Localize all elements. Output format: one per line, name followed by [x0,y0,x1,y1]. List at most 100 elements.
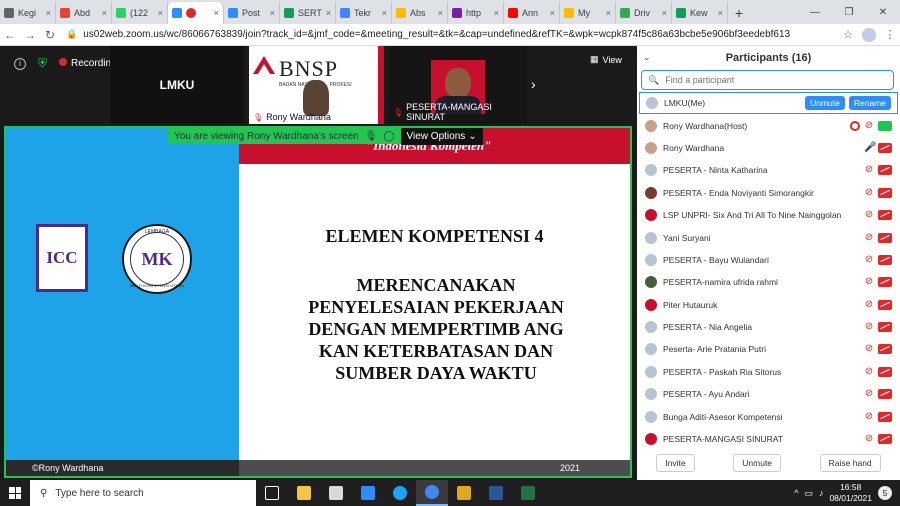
participant-row[interactable]: PESERTA - Ayu Andari ⊘ [637,383,900,405]
start-button[interactable] [0,480,30,506]
browser-tab[interactable]: Kegi × [0,2,56,24]
search-input[interactable] [665,75,866,85]
close-tab-icon[interactable]: × [606,8,611,18]
video-tile-rony[interactable]: BNSP BADAN NASIONAL ... PROFESI 🎙 Rony W… [249,46,384,124]
browser-tab[interactable]: Driv × [616,2,672,24]
icc-logo-text: ICC [46,248,78,267]
participant-row-me[interactable]: LMKU(Me) Unmute Rename [639,92,898,115]
volume-icon[interactable]: ♪ [819,488,824,498]
video-tile-lmku[interactable]: LMKU [110,46,244,124]
close-tab-icon[interactable]: × [326,8,331,18]
rename-button[interactable]: Rename [848,96,891,111]
share-banner: You are viewing Rony Wardhana's screen 🎙… [168,128,483,145]
taskbar-excel-icon[interactable] [512,480,544,506]
taskbar-edge-icon[interactable] [384,480,416,506]
taskbar-word-icon[interactable] [480,480,512,506]
raise-hand-button[interactable]: Raise hand [819,454,881,472]
network-icon[interactable]: ▭ [804,488,813,499]
search-icon: 🔍 [648,74,660,85]
close-tab-icon[interactable]: × [46,8,51,18]
close-tab-icon[interactable]: × [662,8,667,18]
meeting-status: i ⛨ Recording [14,56,117,71]
taskbar-search[interactable]: ⚲ Type here to search [30,480,256,506]
menu-icon[interactable]: ⋮ [880,28,900,41]
taskbar-mail-icon[interactable] [352,480,384,506]
close-tab-icon[interactable]: × [550,8,555,18]
close-tab-icon[interactable]: × [718,8,723,18]
taskbar-media-icon[interactable] [448,480,480,506]
video-tile-sinurat[interactable]: 🎙 PESERTA-MANGASI SINURAT [389,46,527,124]
unmute-button[interactable]: Unmute [805,96,845,111]
browser-tab[interactable]: Post × [224,2,280,24]
browser-tab[interactable]: http × [448,2,504,24]
participant-row[interactable]: Yani Suryani ⊘ [637,226,900,248]
url-field[interactable]: 🔒 us02web.zoom.us/wc/86066763839/join?tr… [66,26,832,44]
participant-row[interactable]: Rony Wardhana 🎤 [637,137,900,159]
participant-row[interactable]: PESERTA-namira ufrida rahmi ⊘ [637,271,900,293]
mic-off-icon: ⊘ [864,365,874,377]
browser-tab[interactable]: Abs × [392,2,448,24]
participant-list: LMKU(Me) Unmute Rename Rony Wardhana(Hos… [637,92,900,450]
participant-status-icons: ⊘ [864,254,892,265]
lock-icon: 🔒 [66,29,78,39]
participant-row[interactable]: PESERTA - Nia Angelia ⊘ [637,316,900,338]
shield-icon[interactable]: ⛨ [38,56,47,71]
new-tab-button[interactable]: + [728,2,750,24]
close-window-button[interactable]: ✕ [866,0,900,24]
profile-avatar[interactable] [862,27,876,42]
mic-off-icon: 🎙 [253,112,264,122]
invite-button[interactable]: Invite [656,454,695,472]
reload-button[interactable]: ↻ [40,28,60,42]
close-tab-icon[interactable]: × [214,8,219,18]
browser-tab[interactable]: Abd × [56,2,112,24]
browser-tab[interactable]: SERT × [280,2,336,24]
restore-button[interactable]: ❐ [832,0,866,24]
participant-row[interactable]: PESERTA - Bayu Wulandari ⊘ [637,249,900,271]
close-tab-icon[interactable]: × [382,8,387,18]
camera-off-icon [878,322,892,333]
browser-tab[interactable]: My × [560,2,616,24]
taskbar-task-view-icon[interactable] [256,480,288,506]
participant-search[interactable]: 🔍 [641,70,894,90]
tab-recording-icon [186,8,196,18]
back-button[interactable]: ← [0,28,20,42]
participant-row[interactable]: Bunga Aditi-Asesor Kompetensi ⊘ [637,405,900,427]
taskbar-chrome-icon[interactable] [416,480,448,506]
participant-row[interactable]: LSP UNPRI- Six And Tri All To Nine Naing… [637,204,900,226]
close-tab-icon[interactable]: × [494,8,499,18]
participant-row[interactable]: PESERTA - Paskah Ria Sitorus ⊘ [637,361,900,383]
browser-tab[interactable]: Tekr × [336,2,392,24]
participant-name: PESERTA - Bayu Wulandari [663,254,769,265]
info-icon[interactable]: i [14,57,26,70]
participant-name: PESERTA-namira ufrida rahmi [663,277,778,288]
notification-icon[interactable]: 5 [878,486,892,500]
close-tab-icon[interactable]: × [270,8,275,18]
participant-name: PESERTA - Paskah Ria Sitorus [663,366,782,377]
participant-row[interactable]: PESERTA - Enda Noviyanti Simorangkir ⊘ [637,182,900,204]
close-tab-icon[interactable]: × [438,8,443,18]
close-tab-icon[interactable]: × [158,8,163,18]
view-options-button[interactable]: View Options ⌄ [400,128,483,145]
browser-tab[interactable]: Kew × [672,2,728,24]
unmute-all-button[interactable]: Unmute [733,454,782,472]
participant-row[interactable]: Peserta- Arie Pratania Putri ⊘ [637,338,900,360]
browser-tab[interactable]: × [168,2,224,24]
view-button[interactable]: ▦ View [590,54,622,65]
browser-tab[interactable]: Ann × [504,2,560,24]
close-tab-icon[interactable]: × [102,8,107,18]
clock[interactable]: 16:58 08/01/2021 [829,482,872,504]
participant-row[interactable]: Rony Wardhana(Host) ⊘ [637,114,900,136]
participant-row[interactable]: PESERTA-MANGASI SINURAT ⊘ [637,428,900,450]
participant-row[interactable]: PESERTA - Ninta Katharina ⊘ [637,159,900,181]
chevron-up-icon[interactable]: ^ [794,488,798,498]
avatar [645,119,657,132]
browser-tab[interactable]: (122 × [112,2,168,24]
taskbar-store-icon[interactable] [320,480,352,506]
minimize-button[interactable]: — [798,0,832,24]
participant-row[interactable]: Piter Hutauruk ⊘ [637,294,900,316]
tab-label: Tekr [354,8,372,18]
forward-button[interactable]: → [20,28,40,42]
taskbar-file-explorer-icon[interactable] [288,480,320,506]
next-page-arrow-icon[interactable]: › [531,76,536,92]
star-icon[interactable]: ☆ [838,28,858,41]
